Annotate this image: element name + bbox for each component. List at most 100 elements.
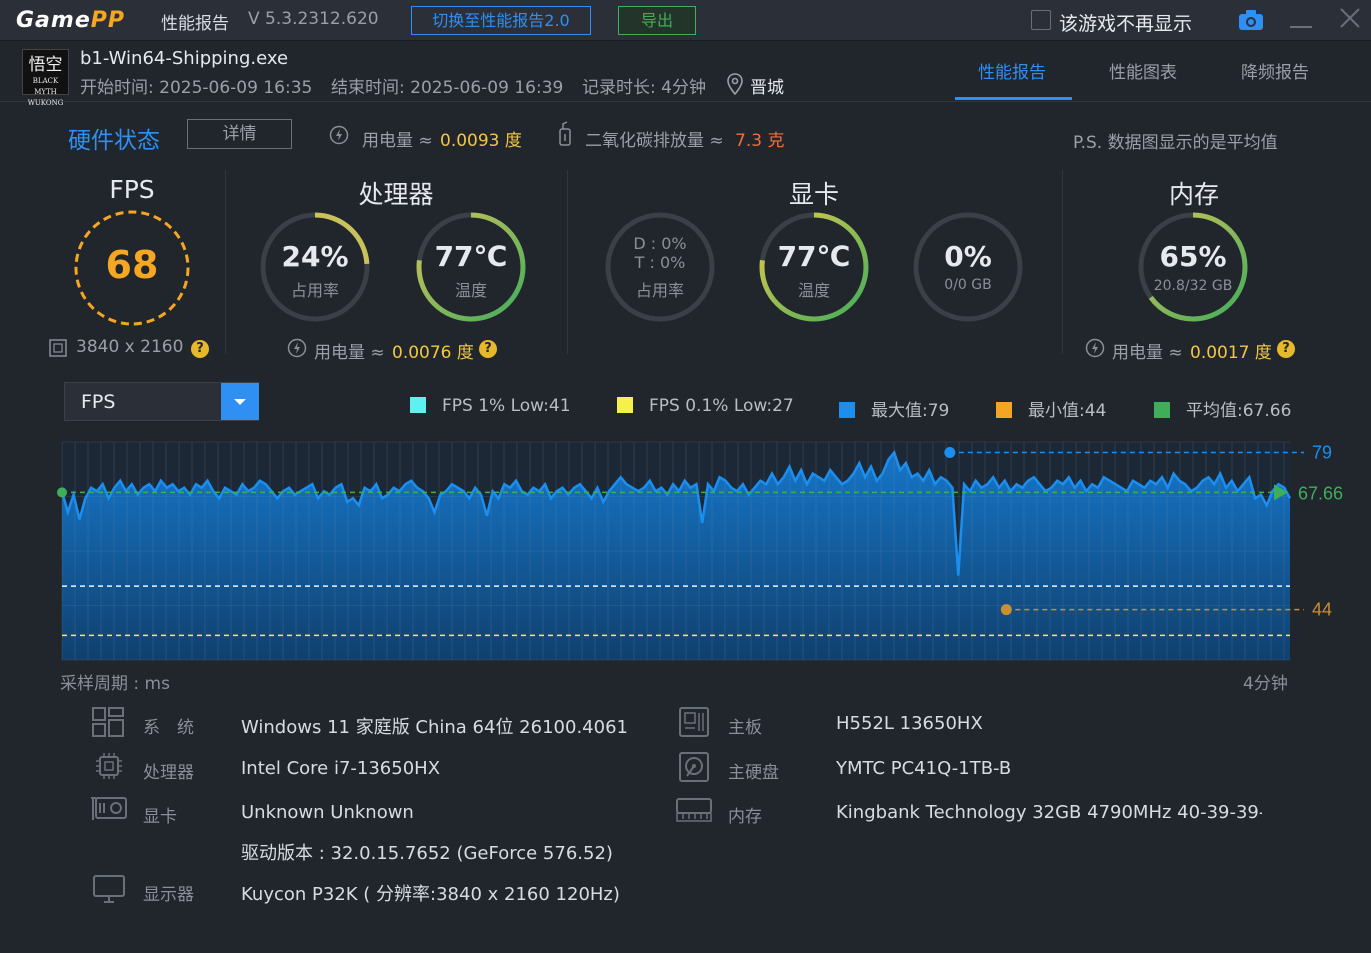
camera-icon[interactable]: [1238, 9, 1264, 35]
legend-item: FPS 0.1% Low:27: [617, 396, 794, 416]
cpu-power-icon: [287, 338, 307, 362]
legend-item: 最大值:79: [839, 396, 949, 421]
gpu-temp-value: 77℃: [777, 240, 851, 273]
co2-label: 二氧化碳排放量 ≈: [585, 131, 724, 151]
spec-value-motherboard: H552L 13650HX: [836, 713, 983, 734]
fps-chart: 67.66 79 44: [57, 441, 1343, 661]
location-label: 晋城: [750, 78, 784, 98]
cpu-temp-value: 77℃: [434, 240, 508, 273]
legend-swatch: [839, 402, 855, 418]
panel-divider: [1062, 170, 1063, 354]
max-value-label: 79: [1312, 443, 1332, 463]
max-marker: [944, 447, 956, 459]
legend-swatch: [617, 397, 633, 413]
gpu-temp-label: 温度: [797, 281, 830, 300]
fps-panel-title: FPS: [109, 175, 155, 204]
window-title: 性能报告: [161, 14, 229, 34]
spec-label-os: 系 统: [143, 718, 194, 738]
total-power-value: 0.0093 度: [440, 131, 522, 151]
co2-value: 7.3 克: [735, 131, 785, 151]
game-icon: 悟空 BLACK MYTH WUKONG: [22, 49, 69, 107]
memory-panel-title: 内存: [1168, 180, 1219, 209]
spec-value-gpu: Unknown Unknown: [241, 802, 414, 823]
disk-icon: [678, 751, 710, 787]
legend-swatch: [996, 402, 1012, 418]
legend-swatch: [410, 397, 426, 413]
spec-label-cpu: 处理器: [143, 763, 194, 783]
gpu-usage-t: T : 0%: [634, 253, 686, 272]
gpu-usage-label: 占用率: [635, 281, 684, 300]
exe-name: b1-Win64-Shipping.exe: [80, 48, 289, 69]
chevron-down-icon[interactable]: [221, 383, 259, 420]
tab-performance-report[interactable]: 性能报告: [978, 58, 1046, 83]
avg-start-marker: [57, 487, 67, 498]
tab-throttle-report[interactable]: 降频报告: [1241, 58, 1309, 83]
windows-icon: [92, 707, 124, 741]
gpu-usage-d: D : 0%: [633, 234, 687, 253]
metric-select-value: FPS: [81, 391, 116, 413]
duration: 记录时长: 4分钟: [582, 78, 706, 98]
cpu-usage-value: 24%: [281, 240, 349, 273]
motherboard-icon: [678, 706, 710, 742]
cpu-usage-label: 占用率: [290, 281, 339, 300]
legend-item: 最小值:44: [996, 396, 1106, 421]
spec-label-monitor: 显示器: [143, 885, 194, 905]
panel-divider: [225, 170, 226, 354]
active-tab-indicator: [955, 97, 1072, 100]
help-icon[interactable]: ?: [191, 340, 209, 358]
gpu-panel-title: 显卡: [788, 180, 839, 209]
spec-value-driver: 驱动版本 : 32.0.15.7652 (GeForce 576.52): [241, 843, 613, 864]
legend-item: 平均值:67.66: [1154, 396, 1291, 421]
minimize-icon[interactable]: [1290, 26, 1312, 28]
ps-note: P.S. 数据图显示的是平均值: [1073, 133, 1278, 153]
cpu-temp-label: 温度: [454, 281, 487, 300]
min-value-label: 44: [1312, 600, 1332, 620]
chart-end-label: 4分钟: [1243, 674, 1288, 694]
close-icon[interactable]: [1338, 6, 1362, 34]
location-icon: [726, 73, 744, 99]
export-button[interactable]: 导出: [618, 6, 696, 35]
details-button[interactable]: 详情: [187, 119, 292, 149]
tab-performance-chart[interactable]: 性能图表: [1109, 58, 1177, 83]
spec-label-gpu: 显卡: [143, 807, 177, 827]
gpu-vram-value: 0%: [944, 240, 992, 273]
end-time: 结束时间: 2025-06-09 16:39: [331, 78, 564, 98]
spec-value-ram: Kingbank Technology 32GB 4790MHz 40-39-3…: [836, 802, 1262, 823]
switch-report-button[interactable]: 切换至性能报告2.0: [411, 6, 591, 35]
version-label: V 5.3.2312.620: [248, 9, 379, 29]
gpu-icon: [90, 796, 128, 826]
panel-divider: [567, 170, 568, 354]
memory-power-label: 用电量 ≈: [1112, 343, 1183, 363]
hide-game-checkbox[interactable]: [1031, 10, 1051, 30]
cpu-panel-title: 处理器: [358, 180, 434, 209]
legend-item: FPS 1% Low:41: [410, 396, 571, 416]
legend-swatch: [1154, 402, 1170, 418]
hardware-status-title: 硬件状态: [68, 128, 160, 154]
total-power-label: 用电量 ≈: [362, 131, 433, 151]
metric-select[interactable]: FPS: [64, 382, 259, 421]
hide-game-label: 该游戏不再显示: [1059, 13, 1193, 35]
avg-value-label: 67.66: [1298, 483, 1343, 503]
memory-power-value: 0.0017 度: [1190, 343, 1272, 363]
memory-usage-label: 20.8/32 GB: [1153, 278, 1233, 294]
cpu-power-label: 用电量 ≈: [314, 343, 385, 363]
spec-value-os: Windows 11 家庭版 China 64位 26100.4061: [241, 717, 628, 738]
gpu-vram-label: 0/0 GB: [944, 277, 992, 293]
spec-value-cpu: Intel Core i7-13650HX: [241, 758, 441, 779]
power-icon: [329, 125, 349, 149]
help-icon[interactable]: ?: [479, 340, 497, 358]
spec-label-disk: 主硬盘: [728, 763, 779, 783]
co2-icon: [557, 121, 573, 151]
fps-value: 68: [105, 243, 159, 287]
spec-label-motherboard: 主板: [728, 718, 762, 738]
spec-label-ram: 内存: [728, 807, 762, 827]
cpu-power-value: 0.0076 度: [392, 343, 474, 363]
resolution-icon: [49, 339, 67, 361]
gamepp-logo: GamePP: [16, 8, 125, 33]
monitor-icon: [93, 874, 125, 908]
start-time: 开始时间: 2025-06-09 16:35: [80, 78, 313, 98]
min-marker: [1000, 604, 1012, 616]
memory-usage-value: 65%: [1159, 240, 1227, 273]
help-icon[interactable]: ?: [1277, 340, 1295, 358]
cpu-icon: [95, 752, 123, 784]
